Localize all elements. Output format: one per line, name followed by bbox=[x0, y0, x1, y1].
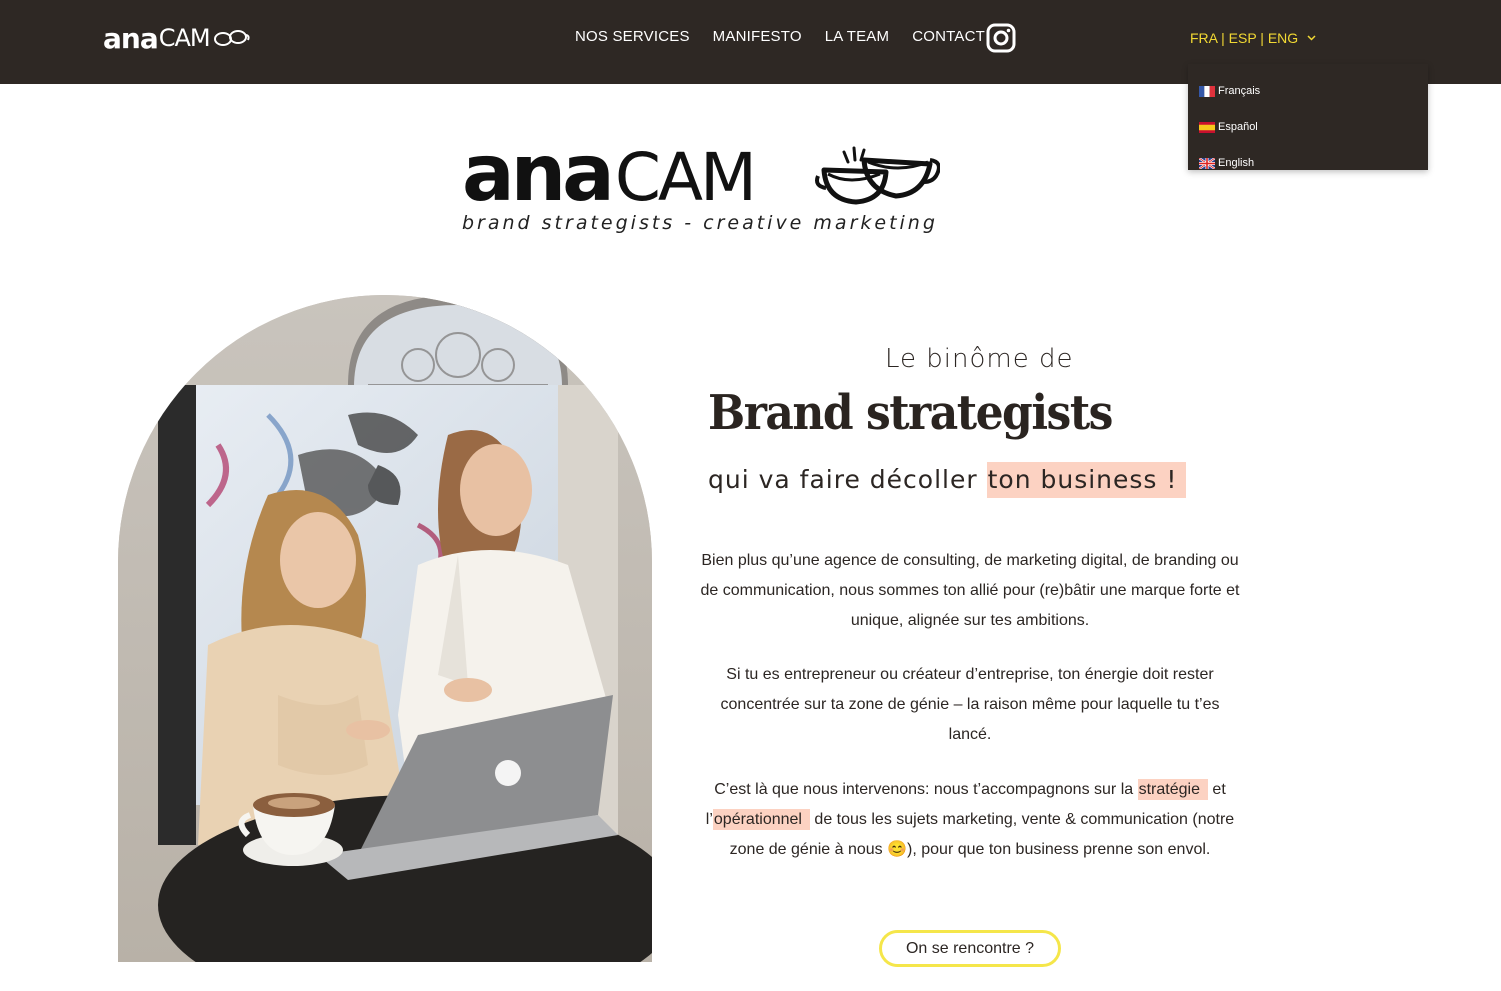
hero-logo-tagline: brand strategists - creative marketing bbox=[462, 212, 938, 234]
nav-team[interactable]: LA TEAM bbox=[825, 28, 889, 45]
hero-intro: Le binôme de bbox=[885, 344, 1074, 374]
header-logo[interactable]: ana CAM bbox=[103, 20, 250, 56]
hero-logo-bold: ana bbox=[462, 129, 615, 219]
hero-logo-wordmark: ana CAM bbox=[462, 129, 757, 219]
language-dropdown: Français Español English bbox=[1188, 64, 1428, 170]
hero-sub-highlight: ton business ! bbox=[986, 462, 1187, 498]
lang-option-label: Français bbox=[1218, 85, 1261, 97]
lang-option-french[interactable]: Français bbox=[1188, 73, 1428, 109]
nav-contact[interactable]: CONTACT bbox=[912, 28, 985, 45]
language-switcher[interactable]: FRA | ESP | ENG bbox=[1190, 30, 1316, 46]
lang-option-spanish[interactable]: Español bbox=[1188, 109, 1428, 145]
hero-headline: Brand strategists bbox=[708, 386, 1113, 442]
nav-services[interactable]: NOS SERVICES bbox=[575, 28, 690, 45]
smile-emoji-icon: 😊 bbox=[887, 841, 908, 858]
language-switcher-label: FRA | ESP | ENG bbox=[1190, 30, 1299, 46]
lang-option-label: English bbox=[1218, 157, 1255, 169]
lang-option-label: Español bbox=[1218, 121, 1258, 133]
hero-paragraph-3: C’est là que nous intervenons: nous t’ac… bbox=[700, 775, 1240, 865]
logo-text-light: CAM bbox=[158, 24, 211, 52]
fr-flag-icon bbox=[1199, 85, 1215, 97]
main-nav: NOS SERVICES MANIFESTO LA TEAM CONTACT bbox=[575, 28, 1008, 45]
team-photo bbox=[118, 295, 652, 962]
p3-text-d: ), pour que ton business prenne son envo… bbox=[907, 841, 1211, 858]
team-photo-illustration bbox=[118, 295, 652, 962]
highlight-strategie: stratégie bbox=[1137, 779, 1208, 800]
hero-paragraph-2: Si tu es entrepreneur ou créateur d’entr… bbox=[720, 666, 1220, 743]
gb-flag-icon bbox=[1199, 157, 1215, 169]
instagram-icon[interactable] bbox=[986, 23, 1016, 53]
hero-sub-prefix: qui va faire décoller bbox=[708, 465, 987, 494]
hero-logo-light: CAM bbox=[614, 139, 757, 216]
es-flag-icon bbox=[1199, 121, 1215, 133]
hero-logo: ana CAM brand strategists - creative mar… bbox=[462, 134, 942, 244]
hero-subheadline: qui va faire décoller ton business ! bbox=[708, 462, 1187, 498]
coffee-cups-icon bbox=[815, 146, 940, 205]
meet-cta-button[interactable]: On se rencontre ? bbox=[879, 930, 1061, 967]
chevron-down-icon bbox=[1307, 35, 1316, 41]
p3-text-a: C’est là que nous intervenons: nous t’ac… bbox=[714, 781, 1138, 798]
nav-manifesto[interactable]: MANIFESTO bbox=[713, 28, 802, 45]
highlight-operationnel: opérationnel bbox=[712, 809, 810, 830]
hero-paragraph-1: Bien plus qu’une agence de consulting, d… bbox=[700, 552, 1240, 629]
lang-option-english[interactable]: English bbox=[1188, 145, 1428, 181]
coffee-cups-icon bbox=[213, 30, 250, 46]
logo-text-bold: ana bbox=[103, 21, 159, 55]
